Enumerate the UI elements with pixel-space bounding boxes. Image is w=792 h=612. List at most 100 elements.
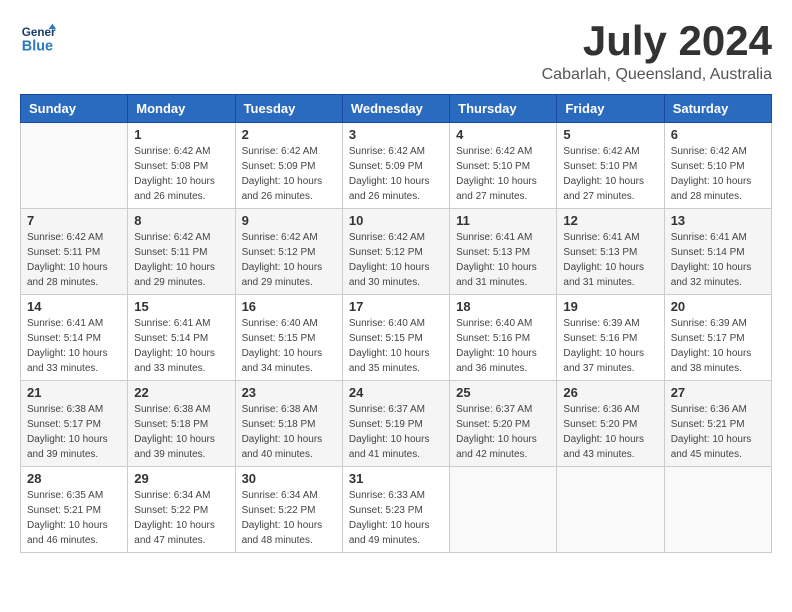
day-info: Sunrise: 6:42 AMSunset: 5:10 PMDaylight:… xyxy=(563,144,657,204)
day-info: Sunrise: 6:38 AMSunset: 5:18 PMDaylight:… xyxy=(242,402,336,462)
logo-icon: General Blue xyxy=(20,20,56,56)
day-number: 21 xyxy=(27,385,121,400)
day-number: 5 xyxy=(563,127,657,142)
calendar-day-cell: 3 Sunrise: 6:42 AMSunset: 5:09 PMDaylight… xyxy=(342,123,449,209)
day-info: Sunrise: 6:40 AMSunset: 5:15 PMDaylight:… xyxy=(242,316,336,376)
calendar-day-cell: 26Sunrise: 6:36 AMSunset: 5:20 PMDayligh… xyxy=(557,381,664,467)
calendar-day-cell: 23 Sunrise: 6:38 AMSunset: 5:18 PMDayligh… xyxy=(235,381,342,467)
day-number: 26 xyxy=(563,385,657,400)
day-number: 27 xyxy=(671,385,765,400)
day-info: Sunrise: 6:41 AMSunset: 5:13 PMDaylight:… xyxy=(456,230,550,290)
day-number: 18 xyxy=(456,299,550,314)
day-number: 2 xyxy=(242,127,336,142)
calendar-day-cell: 27 Sunrise: 6:36 AMSunset: 5:21 PMDayligh… xyxy=(664,381,771,467)
day-info: Sunrise: 6:37 AMSunset: 5:19 PMDaylight:… xyxy=(349,402,443,462)
calendar-day-cell: 16 Sunrise: 6:40 AMSunset: 5:15 PMDayligh… xyxy=(235,295,342,381)
day-number: 30 xyxy=(242,471,336,486)
calendar-day-cell: 28 Sunrise: 6:35 AMSunset: 5:21 PMDayligh… xyxy=(21,467,128,553)
calendar-day-cell: 2 Sunrise: 6:42 AMSunset: 5:09 PMDaylight… xyxy=(235,123,342,209)
day-info: Sunrise: 6:41 AMSunset: 5:13 PMDaylight:… xyxy=(563,230,657,290)
calendar-day-cell: 24 Sunrise: 6:37 AMSunset: 5:19 PMDayligh… xyxy=(342,381,449,467)
day-number: 28 xyxy=(27,471,121,486)
day-info: Sunrise: 6:40 AMSunset: 5:15 PMDaylight:… xyxy=(349,316,443,376)
calendar-day-cell: 10Sunrise: 6:42 AMSunset: 5:12 PMDayligh… xyxy=(342,209,449,295)
svg-text:Blue: Blue xyxy=(22,39,53,55)
day-number: 15 xyxy=(134,299,228,314)
calendar-header-row: SundayMondayTuesdayWednesdayThursdayFrid… xyxy=(21,95,772,123)
day-info: Sunrise: 6:34 AMSunset: 5:22 PMDaylight:… xyxy=(242,488,336,548)
day-number: 12 xyxy=(563,213,657,228)
calendar-day-cell: 21 Sunrise: 6:38 AMSunset: 5:17 PMDayligh… xyxy=(21,381,128,467)
calendar-day-cell: 5 Sunrise: 6:42 AMSunset: 5:10 PMDaylight… xyxy=(557,123,664,209)
day-number: 11 xyxy=(456,213,550,228)
day-info: Sunrise: 6:35 AMSunset: 5:21 PMDaylight:… xyxy=(27,488,121,548)
weekday-header-saturday: Saturday xyxy=(664,95,771,123)
day-info: Sunrise: 6:36 AMSunset: 5:21 PMDaylight:… xyxy=(671,402,765,462)
calendar-day-cell: 13 Sunrise: 6:41 AMSunset: 5:14 PMDayligh… xyxy=(664,209,771,295)
weekday-header-wednesday: Wednesday xyxy=(342,95,449,123)
calendar-day-cell: 25Sunrise: 6:37 AMSunset: 5:20 PMDayligh… xyxy=(450,381,557,467)
day-number: 1 xyxy=(134,127,228,142)
calendar-day-cell xyxy=(21,123,128,209)
calendar-day-cell xyxy=(557,467,664,553)
day-info: Sunrise: 6:42 AMSunset: 5:09 PMDaylight:… xyxy=(349,144,443,204)
day-info: Sunrise: 6:42 AMSunset: 5:09 PMDaylight:… xyxy=(242,144,336,204)
day-number: 17 xyxy=(349,299,443,314)
day-number: 7 xyxy=(27,213,121,228)
day-info: Sunrise: 6:33 AMSunset: 5:23 PMDaylight:… xyxy=(349,488,443,548)
calendar-week-row: 1Sunrise: 6:42 AMSunset: 5:08 PMDaylight… xyxy=(21,123,772,209)
month-year-title: July 2024 xyxy=(542,20,772,62)
day-number: 20 xyxy=(671,299,765,314)
day-number: 19 xyxy=(563,299,657,314)
day-number: 3 xyxy=(349,127,443,142)
location-subtitle: Cabarlah, Queensland, Australia xyxy=(542,66,772,84)
calendar-week-row: 7 Sunrise: 6:42 AMSunset: 5:11 PMDaylight… xyxy=(21,209,772,295)
day-info: Sunrise: 6:39 AMSunset: 5:17 PMDaylight:… xyxy=(671,316,765,376)
calendar-day-cell: 1Sunrise: 6:42 AMSunset: 5:08 PMDaylight… xyxy=(128,123,235,209)
day-number: 14 xyxy=(27,299,121,314)
calendar-week-row: 28 Sunrise: 6:35 AMSunset: 5:21 PMDayligh… xyxy=(21,467,772,553)
day-number: 23 xyxy=(242,385,336,400)
calendar-day-cell: 11 Sunrise: 6:41 AMSunset: 5:13 PMDayligh… xyxy=(450,209,557,295)
day-number: 4 xyxy=(456,127,550,142)
day-info: Sunrise: 6:42 AMSunset: 5:11 PMDaylight:… xyxy=(27,230,121,290)
calendar-day-cell: 19Sunrise: 6:39 AMSunset: 5:16 PMDayligh… xyxy=(557,295,664,381)
day-info: Sunrise: 6:40 AMSunset: 5:16 PMDaylight:… xyxy=(456,316,550,376)
calendar-day-cell: 17 Sunrise: 6:40 AMSunset: 5:15 PMDayligh… xyxy=(342,295,449,381)
title-block: July 2024 Cabarlah, Queensland, Australi… xyxy=(542,20,772,84)
day-number: 24 xyxy=(349,385,443,400)
calendar-day-cell: 18 Sunrise: 6:40 AMSunset: 5:16 PMDayligh… xyxy=(450,295,557,381)
day-number: 6 xyxy=(671,127,765,142)
calendar-day-cell xyxy=(664,467,771,553)
weekday-header-friday: Friday xyxy=(557,95,664,123)
calendar-day-cell xyxy=(450,467,557,553)
calendar-day-cell: 29Sunrise: 6:34 AMSunset: 5:22 PMDayligh… xyxy=(128,467,235,553)
calendar-table: SundayMondayTuesdayWednesdayThursdayFrid… xyxy=(20,94,772,553)
weekday-header-sunday: Sunday xyxy=(21,95,128,123)
calendar-day-cell: 20 Sunrise: 6:39 AMSunset: 5:17 PMDayligh… xyxy=(664,295,771,381)
calendar-day-cell: 6Sunrise: 6:42 AMSunset: 5:10 PMDaylight… xyxy=(664,123,771,209)
calendar-week-row: 14 Sunrise: 6:41 AMSunset: 5:14 PMDayligh… xyxy=(21,295,772,381)
day-number: 8 xyxy=(134,213,228,228)
logo: General Blue xyxy=(20,20,56,56)
calendar-day-cell: 9Sunrise: 6:42 AMSunset: 5:12 PMDaylight… xyxy=(235,209,342,295)
day-info: Sunrise: 6:41 AMSunset: 5:14 PMDaylight:… xyxy=(671,230,765,290)
day-info: Sunrise: 6:41 AMSunset: 5:14 PMDaylight:… xyxy=(27,316,121,376)
calendar-day-cell: 30 Sunrise: 6:34 AMSunset: 5:22 PMDayligh… xyxy=(235,467,342,553)
day-info: Sunrise: 6:42 AMSunset: 5:11 PMDaylight:… xyxy=(134,230,228,290)
day-number: 22 xyxy=(134,385,228,400)
calendar-day-cell: 4Sunrise: 6:42 AMSunset: 5:10 PMDaylight… xyxy=(450,123,557,209)
calendar-day-cell: 15 Sunrise: 6:41 AMSunset: 5:14 PMDayligh… xyxy=(128,295,235,381)
day-number: 31 xyxy=(349,471,443,486)
day-number: 13 xyxy=(671,213,765,228)
weekday-header-tuesday: Tuesday xyxy=(235,95,342,123)
day-info: Sunrise: 6:38 AMSunset: 5:18 PMDaylight:… xyxy=(134,402,228,462)
calendar-week-row: 21 Sunrise: 6:38 AMSunset: 5:17 PMDayligh… xyxy=(21,381,772,467)
day-info: Sunrise: 6:38 AMSunset: 5:17 PMDaylight:… xyxy=(27,402,121,462)
day-number: 10 xyxy=(349,213,443,228)
day-info: Sunrise: 6:41 AMSunset: 5:14 PMDaylight:… xyxy=(134,316,228,376)
day-number: 25 xyxy=(456,385,550,400)
day-number: 16 xyxy=(242,299,336,314)
calendar-day-cell: 22 Sunrise: 6:38 AMSunset: 5:18 PMDayligh… xyxy=(128,381,235,467)
calendar-day-cell: 8 Sunrise: 6:42 AMSunset: 5:11 PMDaylight… xyxy=(128,209,235,295)
